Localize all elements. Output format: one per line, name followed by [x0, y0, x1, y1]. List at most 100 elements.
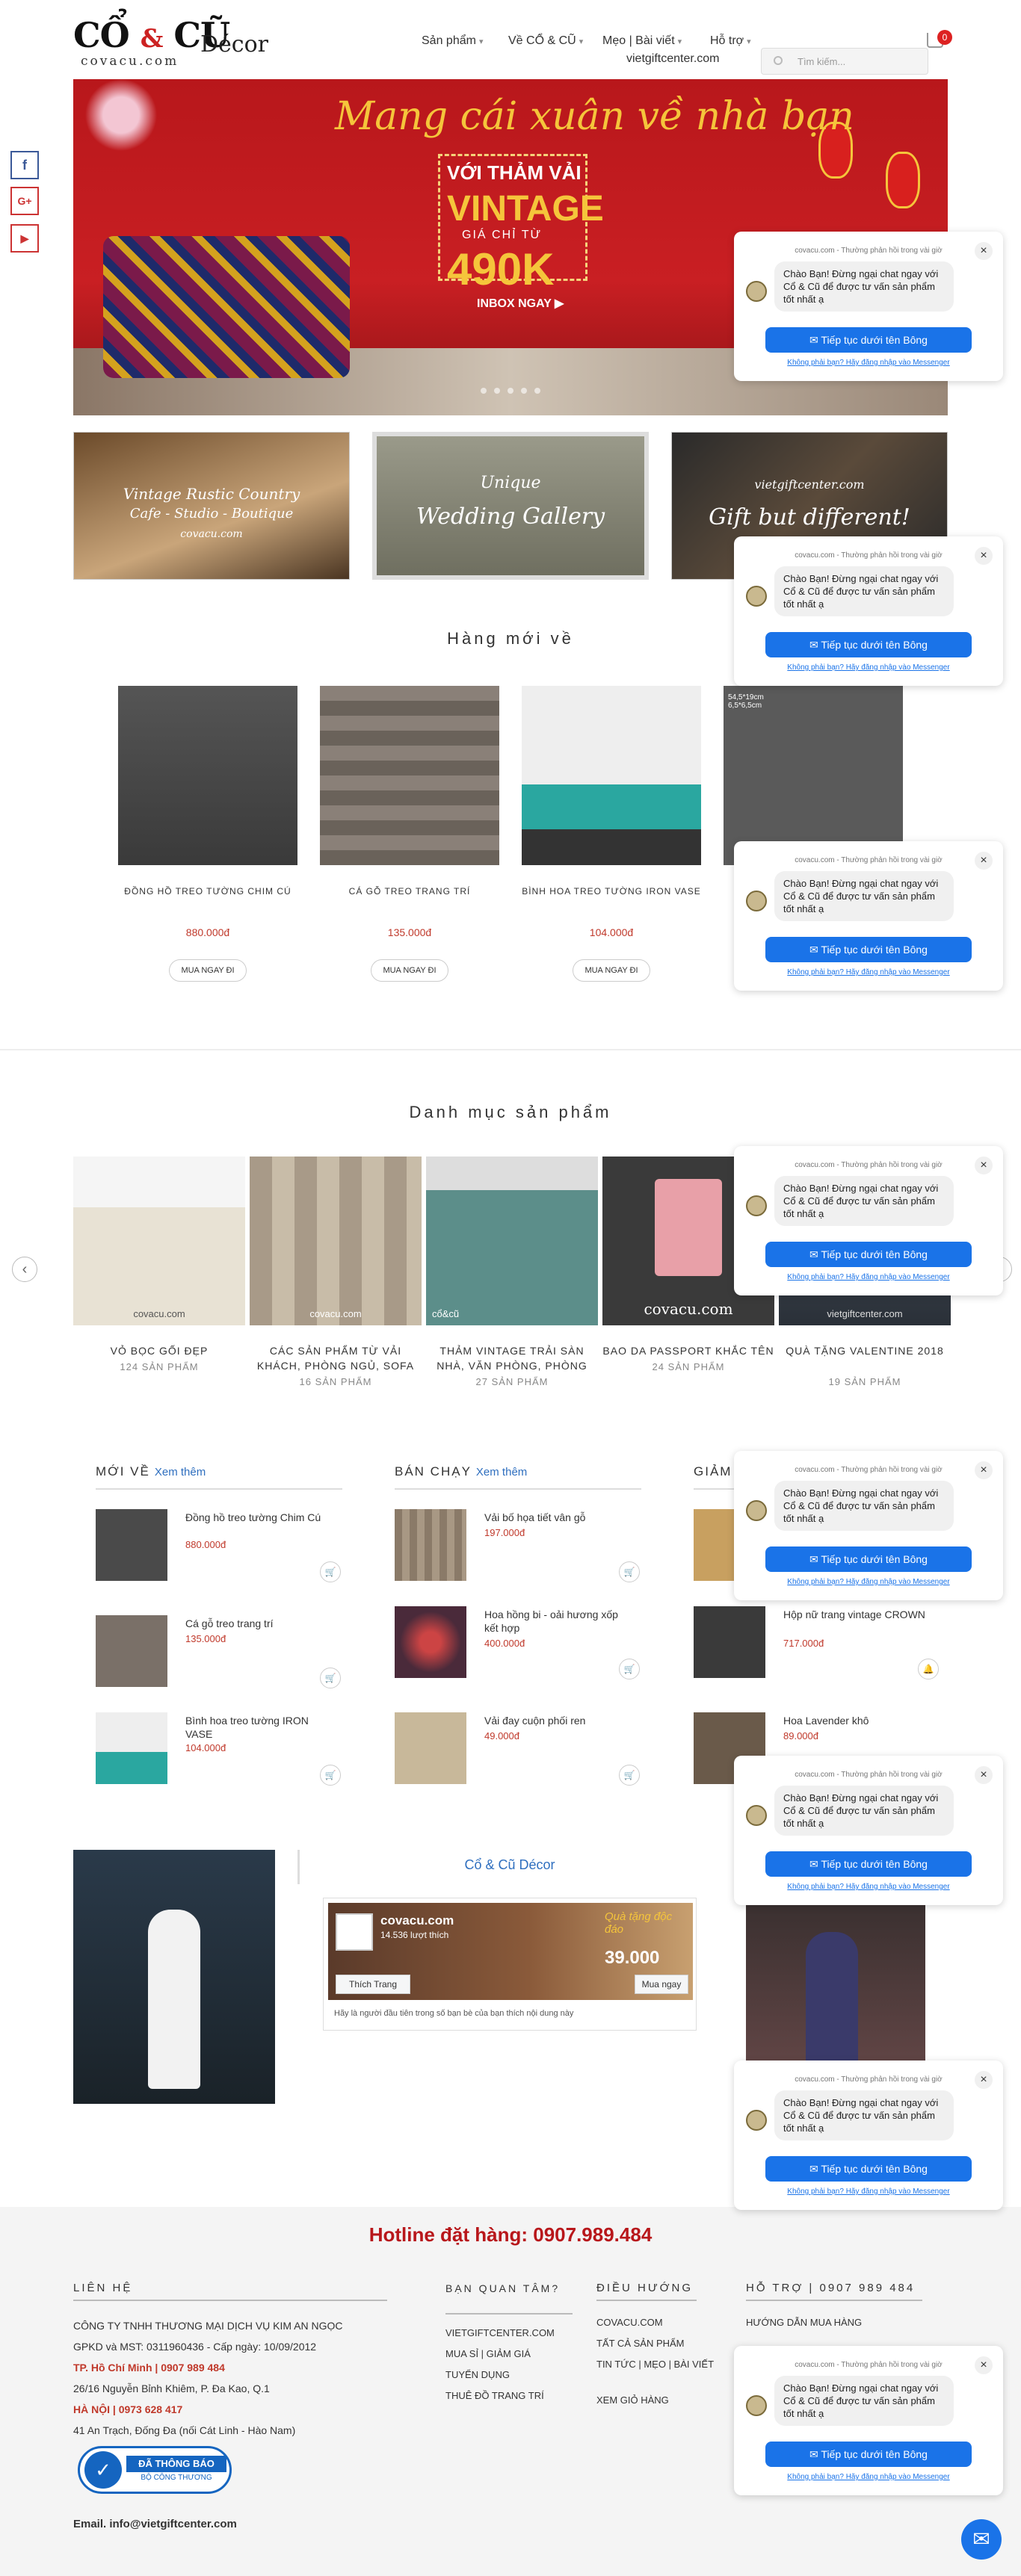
list-thumb[interactable]: [395, 1712, 466, 1784]
footer-link[interactable]: MUA SỈ | GIẢM GIÁ: [445, 2347, 531, 2361]
add-to-cart-icon[interactable]: 🛒: [619, 1765, 640, 1786]
youtube-icon[interactable]: ▶: [10, 224, 39, 253]
footer-link[interactable]: TUYỂN DỤNG: [445, 2368, 510, 2382]
fb-page-name[interactable]: covacu.com: [380, 1913, 454, 1928]
login-messenger-link[interactable]: Không phải bạn? Hãy đăng nhập vào Messen…: [734, 2188, 1003, 2196]
list-item[interactable]: Bình hoa treo tường IRON VASE 104.000đ 🛒: [96, 1712, 350, 1787]
list-item-name[interactable]: Bình hoa treo tường IRON VASE: [185, 1714, 335, 1741]
list-item[interactable]: Hộp nữ trang vintage CROWN 717.000đ 🔔: [694, 1606, 948, 1681]
footer-link[interactable]: THUÊ ĐỒ TRANG TRÍ: [445, 2389, 544, 2403]
messenger-chat-popup[interactable]: × covacu.com - Thường phản hồi trong vài …: [734, 1756, 1003, 1905]
carousel-prev-button[interactable]: ‹: [12, 1257, 37, 1282]
continue-chat-button[interactable]: ✉ Tiếp tục dưới tên Bông: [765, 2442, 972, 2467]
category-card[interactable]: cổ&cũ THẢM VINTAGE TRẢI SÀN NHÀ, VĂN PHÒ…: [426, 1157, 598, 1387]
banner-wedding-gallery[interactable]: Unique Wedding Gallery: [372, 432, 649, 580]
hotline[interactable]: Hotline đặt hàng: 0907.989.484: [0, 2223, 1021, 2247]
product-name[interactable]: CÁ GỖ TREO TRANG TRÍ: [320, 886, 499, 897]
fb-section-title[interactable]: Cổ & Cũ Décor: [323, 1857, 697, 1873]
list-item[interactable]: Vải bố họa tiết vân gỗ 197.000đ 🛒: [395, 1509, 649, 1584]
slider-dot[interactable]: [508, 388, 513, 394]
messenger-chat-popup[interactable]: × covacu.com - Thường phản hồi trong vài …: [734, 841, 1003, 991]
footer-link[interactable]: TẤT CẢ SẢN PHẨM: [596, 2337, 685, 2350]
product-name[interactable]: ĐỒNG HỒ TREO TƯỜNG CHIM CÚ: [118, 886, 297, 897]
footer-email[interactable]: Email. info@vietgiftcenter.com: [73, 2518, 237, 2531]
see-more-link[interactable]: Xem thêm: [476, 1466, 527, 1479]
list-thumb[interactable]: [96, 1509, 167, 1581]
google-plus-icon[interactable]: G+: [10, 187, 39, 215]
category-card[interactable]: covacu.com CÁC SẢN PHẨM TỪ VẢI KHÁCH, PH…: [250, 1157, 422, 1387]
product-image[interactable]: [522, 686, 701, 865]
category-name[interactable]: BAO DA PASSPORT KHẮC TÊN: [602, 1343, 774, 1358]
messenger-chat-popup[interactable]: × covacu.com - Thường phản hồi trong vài …: [734, 2061, 1003, 2210]
list-item-name[interactable]: Đồng hồ treo tường Chim Cú: [185, 1511, 335, 1524]
category-name[interactable]: QUÀ TẶNG VALENTINE 2018: [779, 1343, 951, 1358]
add-to-cart-icon[interactable]: 🛒: [619, 1659, 640, 1679]
login-messenger-link[interactable]: Không phải bạn? Hãy đăng nhập vào Messen…: [734, 1273, 1003, 1281]
nav-support[interactable]: Hỗ trợ ▾: [710, 34, 751, 48]
product-image[interactable]: [118, 686, 297, 865]
buy-now-button[interactable]: MUA NGAY ĐI: [169, 959, 247, 982]
nav-tips[interactable]: Mẹo | Bài viết ▾: [602, 34, 682, 48]
product-card[interactable]: BÌNH HOA TREO TƯỜNG IRON VASE 104.000đ M…: [522, 686, 701, 982]
list-thumb[interactable]: [694, 1509, 738, 1581]
list-item-name[interactable]: Hộp nữ trang vintage CROWN: [783, 1608, 933, 1621]
login-messenger-link[interactable]: Không phải bạn? Hãy đăng nhập vào Messen…: [734, 663, 1003, 672]
add-to-cart-icon[interactable]: 🛒: [320, 1561, 341, 1582]
category-image[interactable]: covacu.com: [250, 1157, 422, 1325]
list-item[interactable]: Đồng hồ treo tường Chim Cú 880.000đ 🛒: [96, 1509, 350, 1584]
list-item-name[interactable]: Cá gỗ treo trang trí: [185, 1617, 335, 1630]
login-messenger-link[interactable]: Không phải bạn? Hãy đăng nhập vào Messen…: [734, 2473, 1003, 2481]
continue-chat-button[interactable]: ✉ Tiếp tục dưới tên Bông: [765, 2156, 972, 2182]
slider-dot[interactable]: [494, 388, 500, 394]
list-thumb[interactable]: [395, 1509, 466, 1581]
category-image[interactable]: cổ&cũ: [426, 1157, 598, 1325]
product-card[interactable]: CÁ GỖ TREO TRANG TRÍ 135.000đ MUA NGAY Đ…: [320, 686, 499, 982]
list-thumb[interactable]: [96, 1615, 167, 1687]
fb-page-avatar[interactable]: [336, 1913, 373, 1951]
list-item[interactable]: Vải đay cuộn phối ren 49.000đ 🛒: [395, 1712, 649, 1787]
messenger-chat-popup[interactable]: × covacu.com - Thường phản hồi trong vài …: [734, 1451, 1003, 1600]
fb-like-button[interactable]: Thích Trang: [336, 1975, 410, 1994]
hero-cta[interactable]: INBOX NGAY ▶: [477, 296, 564, 311]
facebook-icon[interactable]: f: [10, 151, 39, 179]
fb-shop-button[interactable]: Mua ngay: [635, 1975, 688, 1994]
buy-now-button[interactable]: MUA NGAY ĐI: [573, 959, 650, 982]
list-item-name[interactable]: Vải bố họa tiết vân gỗ: [484, 1511, 634, 1524]
continue-chat-button[interactable]: ✉ Tiếp tục dưới tên Bông: [765, 1546, 972, 1572]
banner-vintage-rustic[interactable]: Vintage Rustic Country Cafe - Studio - B…: [73, 432, 350, 580]
category-image[interactable]: covacu.com: [73, 1157, 245, 1325]
messenger-chat-popup[interactable]: × covacu.com - Thường phản hồi trong vài …: [734, 232, 1003, 381]
list-thumb[interactable]: [96, 1712, 167, 1784]
continue-chat-button[interactable]: ✉ Tiếp tục dưới tên Bông: [765, 937, 972, 962]
category-card[interactable]: covacu.com VỎ BỌC GỐI ĐẸP 124 SẢN PHẨM: [73, 1157, 245, 1372]
list-item-name[interactable]: Hoa hồng bi - oải hương xốp kết hợp: [484, 1608, 634, 1635]
see-more-link[interactable]: Xem thêm: [155, 1466, 206, 1479]
slider-dot[interactable]: [534, 388, 540, 394]
footer-link[interactable]: COVACU.COM: [596, 2316, 663, 2329]
list-item-name[interactable]: Hoa Lavender khô: [783, 1714, 933, 1727]
facebook-page-widget[interactable]: covacu.com 14.536 lượt thích Thích Trang…: [323, 1898, 697, 2031]
login-messenger-link[interactable]: Không phải bạn? Hãy đăng nhập vào Messen…: [734, 359, 1003, 367]
continue-chat-button[interactable]: ✉ Tiếp tục dưới tên Bông: [765, 632, 972, 657]
continue-chat-button[interactable]: ✉ Tiếp tục dưới tên Bông: [765, 1242, 972, 1267]
add-to-cart-icon[interactable]: 🛒: [320, 1668, 341, 1688]
search-input[interactable]: Tìm kiếm...: [761, 48, 928, 75]
footer-link[interactable]: TIN TỨC | MẸO | BÀI VIẾT: [596, 2358, 716, 2371]
category-name[interactable]: VỎ BỌC GỐI ĐẸP: [73, 1343, 245, 1358]
list-thumb[interactable]: [694, 1606, 765, 1678]
product-image[interactable]: [320, 686, 499, 865]
nav-vietgiftcenter[interactable]: vietgiftcenter.com: [626, 52, 720, 66]
slider-dots[interactable]: [477, 384, 544, 397]
login-messenger-link[interactable]: Không phải bạn? Hãy đăng nhập vào Messen…: [734, 1578, 1003, 1586]
nav-products[interactable]: Sản phẩm ▾: [422, 34, 483, 48]
continue-chat-button[interactable]: ✉ Tiếp tục dưới tên Bông: [765, 1851, 972, 1877]
messenger-chat-popup[interactable]: × covacu.com - Thường phản hồi trong vài …: [734, 536, 1003, 686]
product-name[interactable]: BÌNH HOA TREO TƯỜNG IRON VASE: [522, 886, 701, 897]
messenger-icon[interactable]: ✉: [961, 2519, 1002, 2560]
list-item[interactable]: [694, 1509, 738, 1584]
product-image[interactable]: 54,5*19cm 6,5*6,5cm: [724, 686, 903, 865]
footer-link[interactable]: VIETGIFTCENTER.COM: [445, 2326, 555, 2340]
product-card[interactable]: 54,5*19cm 6,5*6,5cm: [724, 686, 903, 865]
slider-dot[interactable]: [481, 388, 487, 394]
messenger-chat-popup[interactable]: × covacu.com - Thường phản hồi trong vài …: [734, 1146, 1003, 1295]
